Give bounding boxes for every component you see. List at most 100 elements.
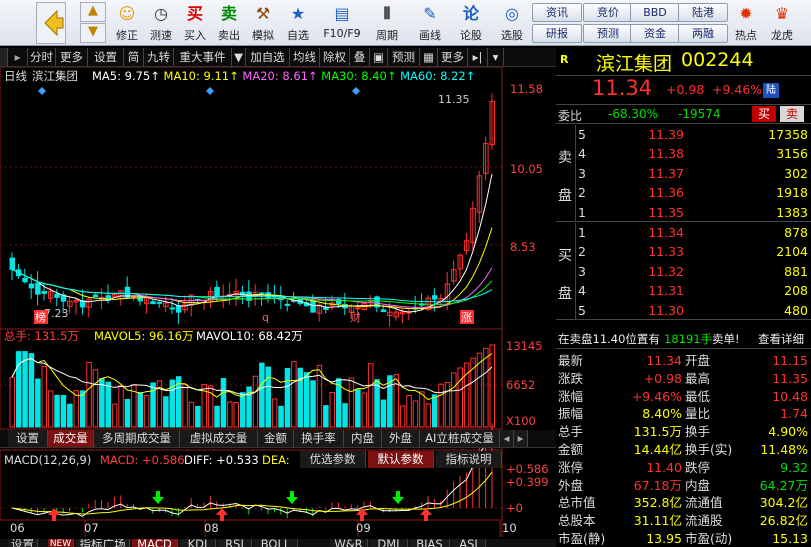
volume-bar[interactable] [374,379,380,428]
forum-button[interactable]: 论论股 [452,2,490,44]
candle-body[interactable] [54,293,60,298]
volume-bar[interactable] [380,399,387,428]
vol-tab-amount[interactable]: 金额 [258,430,294,447]
event-diamonds[interactable] [38,87,360,95]
vol-tab-virtual[interactable]: 虚拟成交量 [180,430,258,447]
scroll-icon[interactable]: ▾ [488,48,504,66]
volume-bar[interactable] [252,375,259,428]
tab-scroll-left-icon[interactable]: ◂ [500,430,514,447]
volume-bar[interactable] [214,405,220,428]
arrow-end-icon[interactable]: ▸| [468,48,488,66]
pin-handle[interactable] [0,48,8,66]
arrow-right-icon[interactable]: ▸ [8,48,28,66]
vol-tab-settings[interactable]: 设置 [8,430,48,447]
event-diamond-icon-2[interactable] [352,87,360,95]
volume-bar[interactable] [47,390,54,428]
volume-bar[interactable] [303,372,310,428]
candle-body[interactable] [169,307,175,310]
tab-intraday[interactable]: 分时 [28,48,56,66]
candle-body[interactable] [156,301,163,304]
buy-signal-arrow-icon-2[interactable] [216,508,228,521]
volume-bar[interactable] [310,380,316,428]
chevron-down-icon[interactable]: ▼ [232,48,246,66]
candle-body[interactable] [214,286,220,297]
volume-bar[interactable] [67,403,73,428]
volume-bar[interactable] [291,361,297,428]
bottom-tab-kdj[interactable]: KDJ [180,539,216,547]
tab-add-watchlist[interactable]: 加自选 [246,48,290,66]
default-params-button[interactable]: 默认参数 [368,451,434,468]
buy-button[interactable]: 买买入 [178,2,212,44]
marker-q[interactable]: q [262,311,269,324]
volume-bars[interactable] [9,344,495,428]
fix-button[interactable]: ☺ 修正 [110,2,144,44]
bottom-tab-boll[interactable]: BOLL [254,539,298,547]
volume-bar[interactable] [406,394,412,428]
volume-bar[interactable] [182,383,188,428]
volume-bar[interactable] [163,396,169,428]
buy-quick-button[interactable]: 买 [752,106,776,122]
candle-body[interactable] [431,295,438,300]
volume-bar[interactable] [451,372,457,428]
volume-bar[interactable] [73,390,79,428]
bottom-tab-bias[interactable]: BIAS [410,539,450,547]
volume-bar[interactable] [367,363,374,428]
volume-bar[interactable] [28,353,35,428]
margin-button[interactable]: 两融 [678,24,728,43]
volume-bar[interactable] [137,392,143,428]
bid-level-4[interactable]: 4 11.31 208 [556,281,811,300]
vol-tab-outer[interactable]: 外盘 [382,430,420,447]
sell-signal-arrow-icon-1[interactable] [152,491,164,504]
tab-forecast[interactable]: 预测 [388,48,420,66]
volume-bar[interactable] [457,367,463,428]
optimal-params-button[interactable]: 优选参数 [300,451,366,468]
volume-bar[interactable] [323,405,329,428]
candle-body[interactable] [35,282,41,295]
bottom-tab-wr[interactable]: W&R [330,539,368,547]
marker-limit-up[interactable]: 涨 [461,311,472,324]
bottom-tab-asi[interactable]: ASI [452,539,486,547]
view-detail-link[interactable]: 查看详细 [758,331,804,347]
indicator-help-button[interactable]: 指标说明 [436,451,502,468]
sell-signal-arrow-icon-5[interactable] [392,491,404,504]
volume-bar[interactable] [92,369,99,428]
volume-bar[interactable] [195,405,201,428]
vol-tab-turnover[interactable]: 换手率 [294,430,344,447]
candle-body[interactable] [92,294,99,298]
vol-tab-volume[interactable]: 成交量 [48,430,94,447]
ask-level-3[interactable]: 3 11.37 302 [556,164,811,183]
volume-bar[interactable] [399,405,406,428]
volume-bar[interactable] [118,385,124,428]
candle-body[interactable] [310,300,316,313]
candle-body[interactable] [150,301,156,305]
volume-bar[interactable] [41,365,47,428]
hk-connect-button[interactable]: 陆港 [678,3,728,22]
volume-bar[interactable] [412,400,419,428]
bid-level-5[interactable]: 5 11.30 480 [556,301,811,320]
bbd-button[interactable]: BBD [630,3,680,22]
back-button[interactable] [36,2,66,44]
news-button[interactable]: 资讯 [532,3,582,22]
sell-signal-arrow-icon-3[interactable] [286,491,298,504]
volume-bar[interactable] [271,398,278,428]
volume-bar[interactable] [483,347,489,428]
watchlist-button[interactable]: ★ 自选 [280,2,316,44]
simulate-button[interactable]: ⚒ 模拟 [246,2,280,44]
macd-signal-arrows[interactable] [48,491,432,521]
tab-nine-turns[interactable]: 九转 [144,48,174,66]
volume-bar[interactable] [143,395,150,428]
volume-bar[interactable] [22,351,28,428]
auction-button[interactable]: 竞价 [583,3,633,22]
volume-bar[interactable] [393,374,399,428]
sell-quick-button[interactable]: 卖 [780,106,804,122]
bottom-tab-new[interactable]: NEW [48,539,74,547]
draw-line-button[interactable]: ✎ 画线 [410,2,450,44]
arrow-up-icon[interactable]: ▲ [80,2,106,22]
volume-bar[interactable] [60,395,67,428]
bid-level-1[interactable]: 1 11.34 878 [556,223,811,242]
candle-body[interactable] [22,277,28,283]
volume-bar[interactable] [188,401,195,428]
stock-picker-button[interactable]: ◎ 选股 [492,2,532,44]
candle-body[interactable] [41,291,47,294]
tab-settings[interactable]: 设置 [88,48,124,66]
